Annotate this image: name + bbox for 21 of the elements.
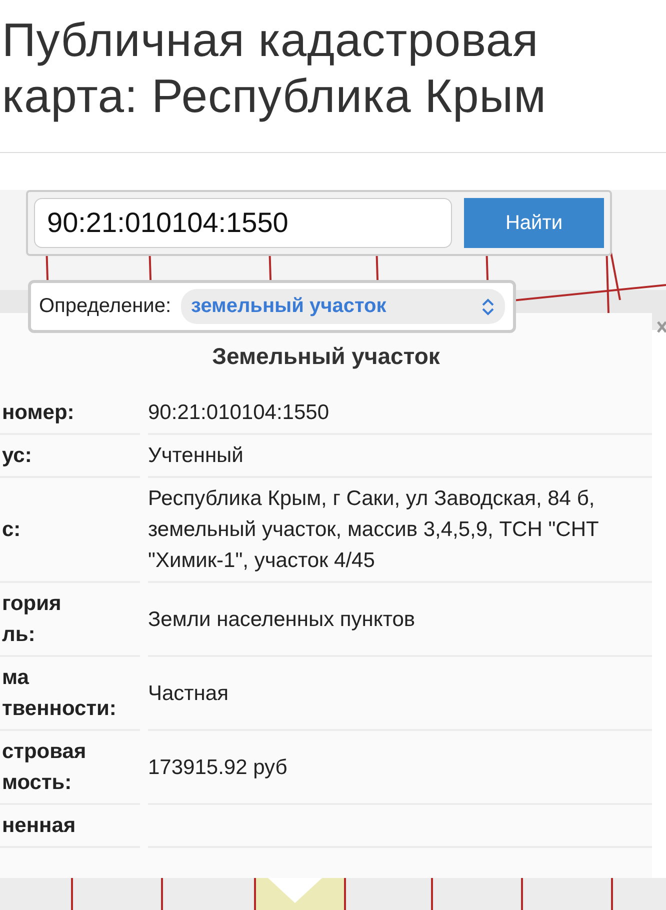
page-title: Публичная кадастровая карта: Республика Крым bbox=[1, 12, 548, 124]
field-value: 173915.92 руб bbox=[148, 754, 288, 780]
field-label: ненная bbox=[2, 813, 76, 839]
field-label: ма твенности: bbox=[2, 665, 116, 722]
search-field[interactable]: 90:21:010104:1550 bbox=[34, 198, 452, 248]
definition-label: Определение: bbox=[39, 295, 172, 318]
definition-select[interactable]: земельный участок bbox=[181, 289, 505, 324]
field-value: Республика Крым, г Саки, ул Заводская, 84 б, земельный участок, массив 3,4,5,9, ТСН "СНТ "Химик-1", участок 4/45 bbox=[148, 486, 600, 574]
field-value: Частная bbox=[148, 680, 228, 706]
field-label: номер: bbox=[2, 400, 74, 426]
field-label: с: bbox=[2, 517, 21, 543]
chevron-updown-icon bbox=[481, 298, 495, 316]
field-label: стровая мость: bbox=[2, 739, 86, 796]
field-label: ус: bbox=[2, 443, 32, 469]
field-label: гория ль: bbox=[2, 591, 62, 648]
field-value: Учтенный bbox=[148, 443, 244, 469]
panel-heading: Земельный участок bbox=[211, 343, 441, 370]
field-value: Земли населенных пунктов bbox=[148, 606, 416, 632]
field-value: 90:21:010104:1550 bbox=[148, 400, 330, 426]
search-button[interactable]: Найти bbox=[464, 198, 604, 248]
close-icon[interactable] bbox=[656, 320, 666, 334]
